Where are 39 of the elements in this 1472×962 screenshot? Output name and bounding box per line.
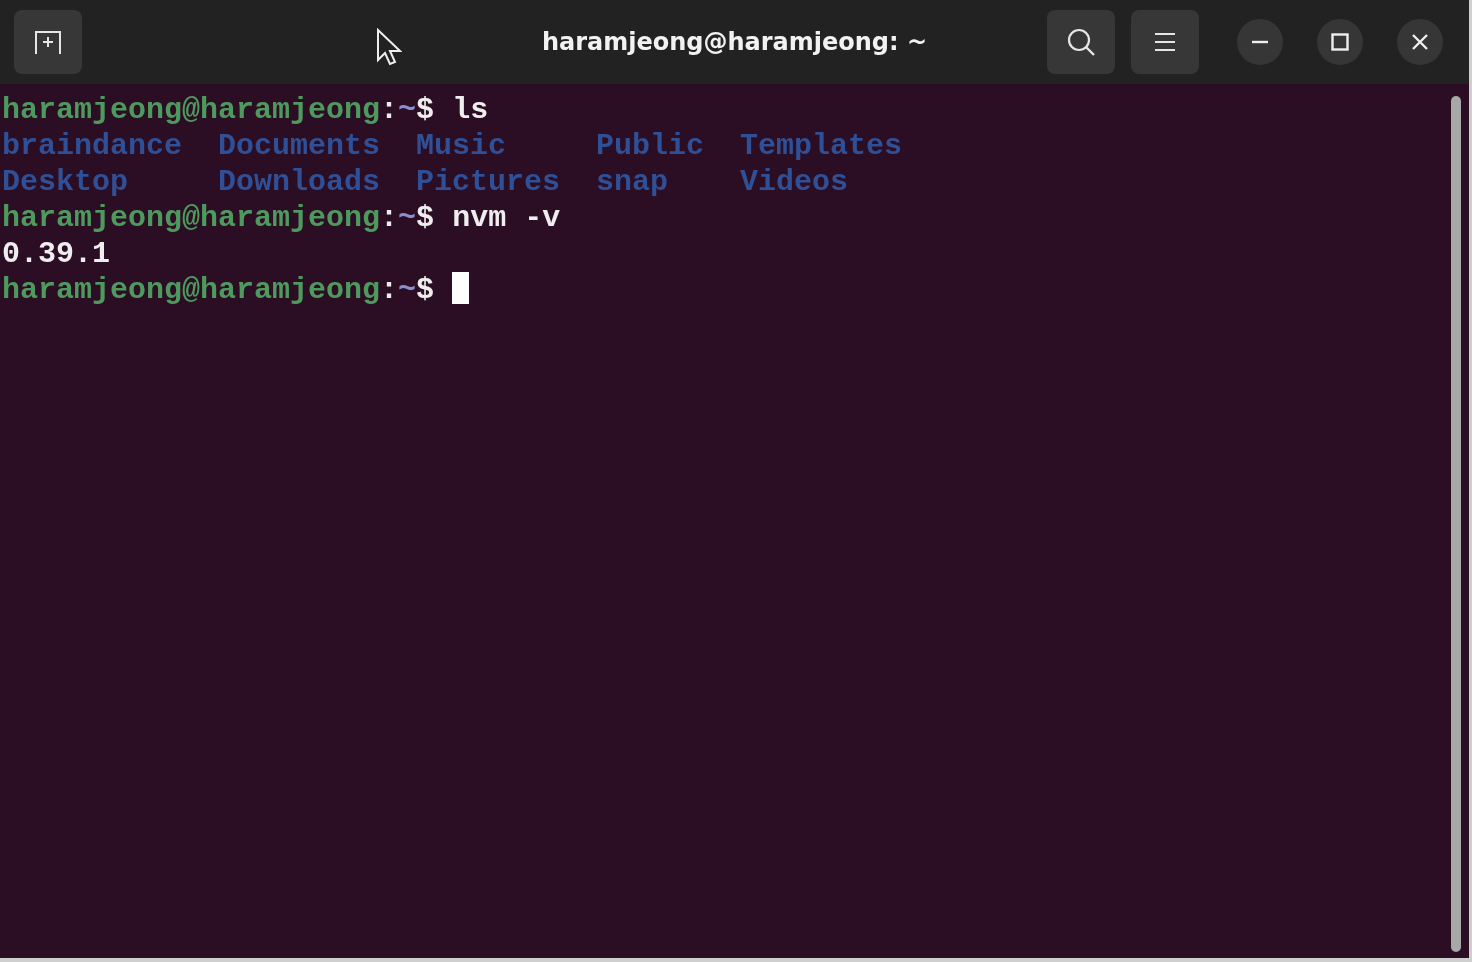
maximize-icon [1331,33,1349,51]
prompt-path: ~ [398,273,417,307]
prompt-symbol: $ [416,273,435,307]
directory-name: Public [596,129,705,163]
directory-name: Pictures [416,165,561,199]
prompt-user-host: haramjeong@haramjeong [2,273,381,307]
directory-name: Documents [218,129,381,163]
search-icon [1066,27,1096,57]
window-title: haramjeong@haramjeong: ~ [541,28,928,56]
command-text: nvm -v [452,201,561,235]
close-icon [1411,33,1429,51]
menu-button[interactable] [1131,10,1199,74]
new-tab-icon [33,29,63,55]
prompt-path: ~ [398,201,417,235]
mouse-pointer-icon [376,28,402,66]
prompt-separator: : [380,93,399,127]
prompt-user-host: haramjeong@haramjeong [2,93,381,127]
menu-icon [1154,32,1176,52]
scrollbar[interactable] [1451,96,1461,952]
directory-name: Downloads [218,165,381,199]
directory-name: Music [416,129,507,163]
directory-name: Templates [740,129,903,163]
prompt-path: ~ [398,93,417,127]
new-tab-button[interactable] [14,10,82,74]
search-button[interactable] [1047,10,1115,74]
prompt-symbol: $ [416,93,435,127]
maximize-button[interactable] [1317,19,1363,65]
prompt-separator: : [380,201,399,235]
prompt-symbol: $ [416,201,435,235]
output-text: 0.39.1 [2,237,111,271]
directory-name: Videos [740,165,849,199]
close-button[interactable] [1397,19,1443,65]
directory-name: braindance [2,129,183,163]
minimize-icon [1251,40,1269,44]
directory-name: Desktop [2,165,129,199]
prompt-user-host: haramjeong@haramjeong [2,201,381,235]
directory-name: snap [596,165,669,199]
prompt-separator: : [380,273,399,307]
command-text: ls [452,93,489,127]
